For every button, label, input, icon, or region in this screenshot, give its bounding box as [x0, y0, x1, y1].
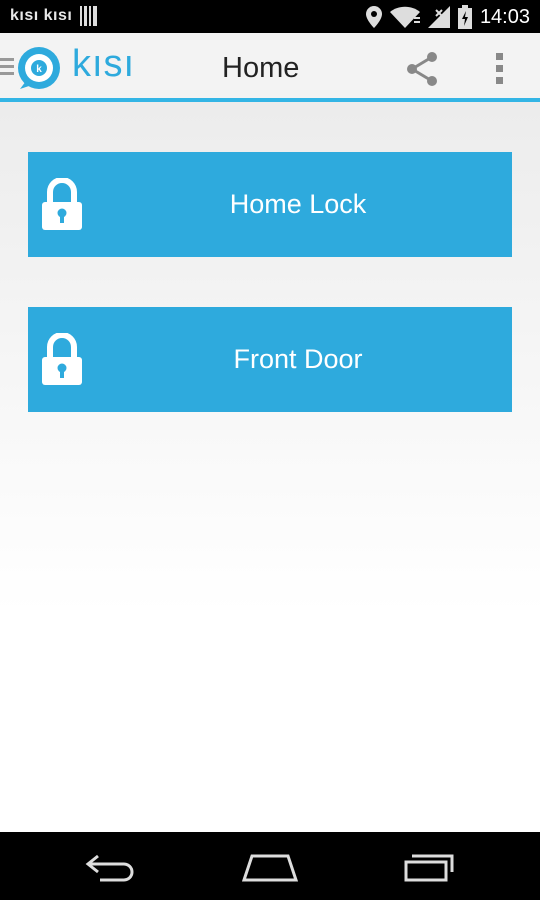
lock-label: Home Lock — [229, 189, 367, 219]
brand-name: kısı — [72, 43, 136, 85]
home-icon — [241, 854, 299, 882]
lock-button-front-door[interactable]: Front Door — [28, 307, 512, 412]
recents-button[interactable] — [402, 850, 458, 884]
back-icon — [85, 854, 134, 882]
signal-icon — [427, 6, 450, 28]
location-icon — [365, 6, 382, 28]
page-title: Home — [222, 52, 300, 84]
lock-list: Home Lock Front Door — [0, 102, 540, 832]
back-button[interactable] — [84, 850, 140, 884]
share-button[interactable] — [400, 47, 444, 91]
overflow-menu-icon — [496, 53, 503, 84]
status-bar: kısı kısı 14:03 — [0, 0, 540, 33]
notification-app-labels: kısı kısı — [10, 7, 73, 24]
system-status: 14:03 — [365, 4, 530, 30]
recents-icon — [404, 854, 454, 882]
svg-text:k: k — [36, 64, 42, 75]
navigation-bar — [0, 832, 540, 900]
home-button[interactable] — [241, 850, 299, 884]
share-icon — [407, 52, 437, 86]
notification-area: kısı kısı — [10, 6, 98, 26]
battery-charging-icon — [457, 5, 472, 29]
drawer-toggle[interactable]: k kısı — [0, 41, 145, 93]
overflow-menu-button[interactable] — [484, 47, 516, 91]
lock-icon — [42, 333, 82, 385]
wifi-icon — [389, 6, 420, 28]
barcode-icon — [80, 6, 98, 26]
lock-label: Front Door — [233, 344, 363, 374]
action-bar: k kısı Home — [0, 33, 540, 98]
clock: 14:03 — [479, 5, 530, 28]
lock-button-home-lock[interactable]: Home Lock — [28, 152, 512, 257]
lock-icon — [42, 178, 82, 230]
kisi-logo-icon: k — [18, 47, 60, 89]
menu-icon — [0, 58, 14, 75]
